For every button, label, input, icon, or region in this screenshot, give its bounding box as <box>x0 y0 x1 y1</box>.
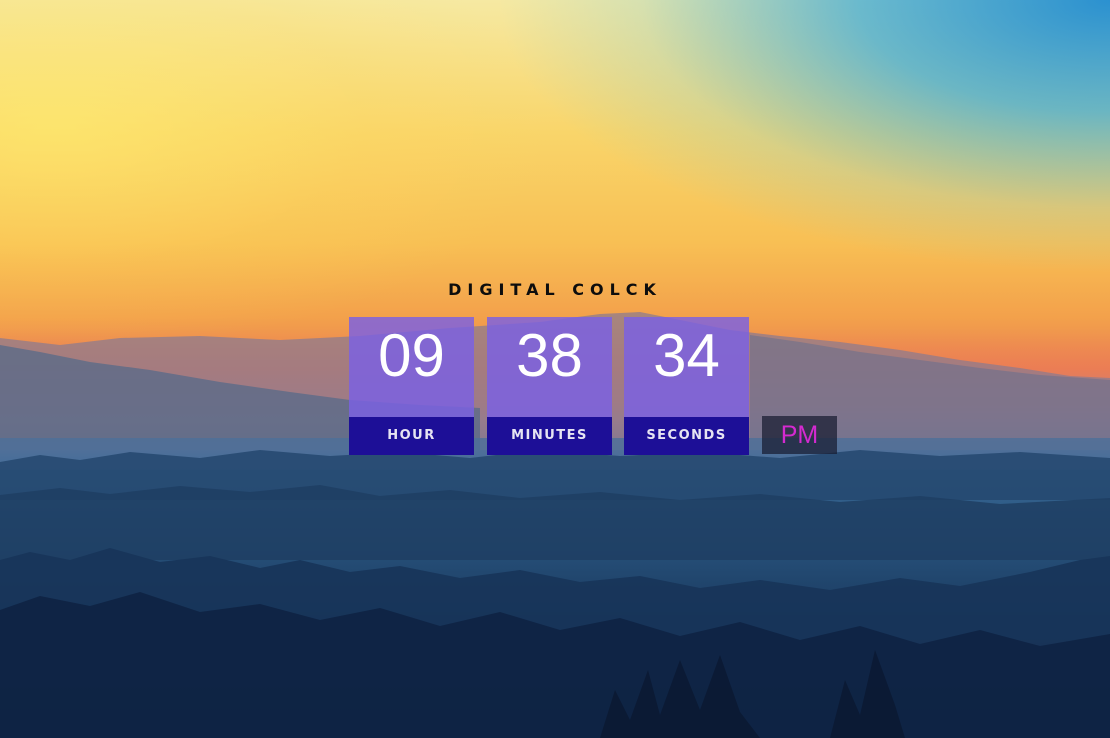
minutes-value: 38 <box>487 317 612 417</box>
hour-value: 09 <box>349 317 474 417</box>
minutes-unit: 38 MINUTES <box>487 317 612 455</box>
minutes-label: MINUTES <box>487 417 612 455</box>
seconds-value: 34 <box>624 317 749 417</box>
background-landscape: DIGITAL COLCK 09 HOUR 38 MINUTES 34 SECO… <box>0 0 1110 738</box>
hour-unit: 09 HOUR <box>349 317 474 455</box>
seconds-label: SECONDS <box>624 417 749 455</box>
period-indicator: PM <box>762 416 837 454</box>
hour-label: HOUR <box>349 417 474 455</box>
clock-title: DIGITAL COLCK <box>448 280 662 299</box>
seconds-unit: 34 SECONDS <box>624 317 749 455</box>
